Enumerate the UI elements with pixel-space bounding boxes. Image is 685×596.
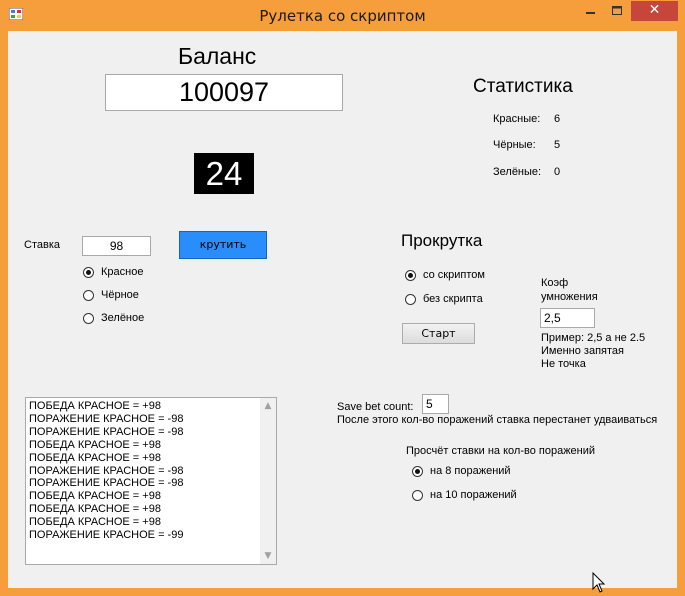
start-button[interactable]: Старт	[402, 323, 475, 344]
radio-without-script-label: без скрипта	[423, 293, 483, 305]
stats-red-value: 6	[554, 113, 561, 125]
radio-checked-icon	[405, 269, 416, 281]
bet-label: Ставка	[24, 239, 60, 251]
radio-with-script[interactable]: со скриптом	[405, 269, 485, 281]
coef-hint-2: Именно запятая	[541, 345, 624, 357]
maximize-icon	[612, 6, 622, 15]
mouse-cursor-icon	[592, 572, 606, 593]
minimize-icon	[586, 12, 595, 14]
spin-button[interactable]: крутить	[179, 231, 267, 259]
radio-checked-icon	[412, 465, 423, 477]
stats-heading: Статистика	[473, 76, 573, 97]
log-item[interactable]: ПОБЕДА КРАСНОЕ = +98	[29, 452, 183, 465]
radio-10-losses-label: на 10 поражений	[430, 489, 517, 501]
log-item[interactable]: ПОБЕДА КРАСНОЕ = +98	[29, 516, 183, 529]
radio-black-label: Чёрное	[101, 289, 139, 301]
radio-10-losses[interactable]: на 10 поражений	[412, 489, 517, 501]
log-scrollbar[interactable]: ▲ ▼	[260, 398, 276, 564]
save-bet-input[interactable]: 5	[422, 394, 449, 414]
coef-label-line1: Коэф	[541, 277, 569, 289]
radio-red-label: Красное	[101, 266, 144, 278]
log-item[interactable]: ПОБЕДА КРАСНОЕ = +98	[29, 400, 183, 413]
radio-checked-icon	[83, 266, 94, 278]
radio-red[interactable]: Красное	[83, 266, 143, 278]
log-item[interactable]: ПОБЕДА КРАСНОЕ = +98	[29, 490, 183, 503]
stats-green-value: 0	[554, 166, 561, 178]
radio-black[interactable]: Чёрное	[83, 289, 139, 301]
title-bar[interactable]: Рулетка со скриптом ✕	[0, 0, 685, 31]
scroll-down-icon[interactable]: ▼	[260, 548, 276, 564]
scroll-up-icon[interactable]: ▲	[260, 398, 276, 414]
radio-green[interactable]: Зелёное	[83, 312, 144, 324]
calc-heading: Просчёт ставки на кол-во поражений	[406, 445, 596, 457]
stats-black-value: 5	[554, 139, 561, 151]
log-item[interactable]: ПОБЕДА КРАСНОЕ = +98	[29, 439, 183, 452]
coef-hint-3: Не точка	[541, 358, 586, 370]
log-item[interactable]: ПОРАЖЕНИЕ КРАСНОЕ = -98	[29, 426, 183, 439]
radio-8-losses[interactable]: на 8 поражений	[412, 465, 511, 477]
coef-input[interactable]: 2,5	[540, 308, 595, 328]
log-items: ПОБЕДА КРАСНОЕ = +98 ПОРАЖЕНИЕ КРАСНОЕ = …	[29, 400, 183, 542]
radio-with-script-label: со скриптом	[423, 269, 485, 281]
stats-green-label: Зелёные:	[493, 166, 542, 178]
roulette-number-display: 24	[194, 153, 254, 194]
balance-display: 100097	[105, 74, 343, 111]
radio-unchecked-icon	[83, 312, 94, 324]
balance-heading: Баланс	[178, 43, 257, 69]
save-bet-note: После этого кол-во поражений ставка пере…	[337, 414, 658, 426]
radio-8-losses-label: на 8 поражений	[430, 465, 511, 477]
minimize-button[interactable]	[577, 1, 603, 21]
log-item[interactable]: ПОБЕДА КРАСНОЕ = +98	[29, 503, 183, 516]
coef-label-line2: умножения	[541, 291, 598, 303]
form-client-area: Баланс 100097 24 Статистика Красные: 6 Ч…	[8, 31, 677, 593]
coef-hint-1: Пример: 2,5 а не 2.5	[541, 332, 646, 344]
radio-unchecked-icon	[412, 489, 423, 501]
log-item[interactable]: ПОРАЖЕНИЕ КРАСНОЕ = -98	[29, 477, 183, 490]
radio-green-label: Зелёное	[101, 312, 145, 324]
save-bet-label: Save bet count:	[337, 401, 414, 413]
stats-black-label: Чёрные:	[493, 139, 536, 151]
radio-without-script[interactable]: без скрипта	[405, 293, 483, 305]
log-item[interactable]: ПОРАЖЕНИЕ КРАСНОЕ = -98	[29, 465, 183, 478]
app-window: Рулетка со скриптом ✕ Баланс 100097 24 С…	[0, 0, 685, 596]
radio-unchecked-icon	[405, 293, 416, 305]
bet-input[interactable]: 98	[82, 236, 151, 256]
log-item[interactable]: ПОРАЖЕНИЕ КРАСНОЕ = -99	[29, 529, 183, 542]
close-button[interactable]: ✕	[631, 1, 678, 21]
results-log-list[interactable]: ПОБЕДА КРАСНОЕ = +98 ПОРАЖЕНИЕ КРАСНОЕ = …	[25, 397, 277, 565]
scroll-heading: Прокрутка	[401, 231, 483, 250]
stats-red-label: Красные:	[493, 113, 541, 125]
maximize-button[interactable]	[604, 1, 630, 21]
radio-unchecked-icon	[83, 289, 94, 301]
close-icon: ✕	[648, 2, 661, 18]
log-item[interactable]: ПОРАЖЕНИЕ КРАСНОЕ = -98	[29, 413, 183, 426]
